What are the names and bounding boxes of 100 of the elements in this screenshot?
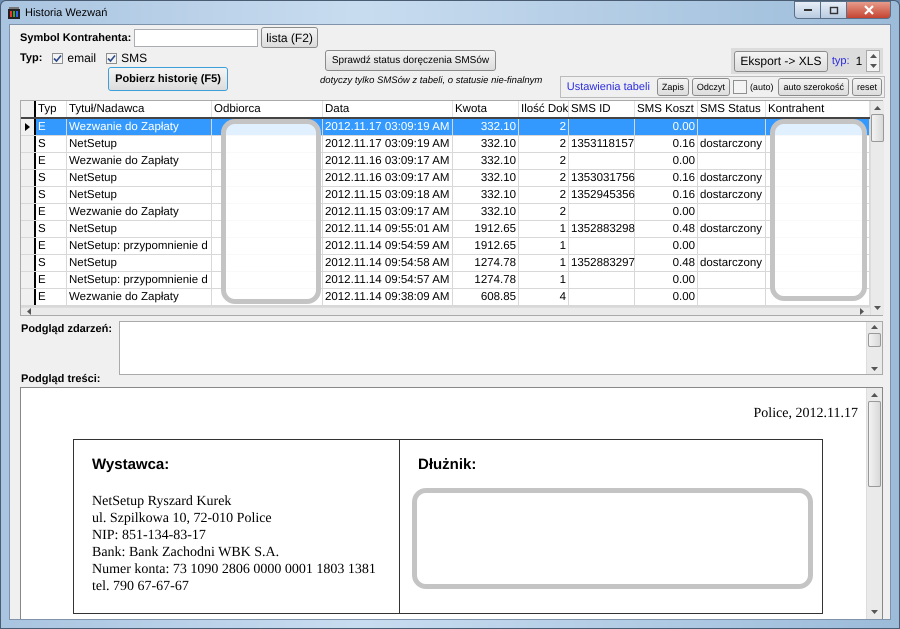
table-cell: 1 <box>519 272 569 288</box>
row-indicator[interactable] <box>21 255 36 271</box>
auto-width-button[interactable]: auto szerokość <box>778 78 849 96</box>
table-cell: 1274.78 <box>453 255 519 271</box>
caret-up-icon <box>871 325 878 329</box>
column-header[interactable]: Data <box>323 101 453 117</box>
table-cell: 0.16 <box>635 170 698 186</box>
table-cell: S <box>36 187 67 203</box>
table-cell: 0.48 <box>635 255 698 271</box>
table-cell: 332.10 <box>453 153 519 169</box>
vertical-scrollbar[interactable] <box>866 388 882 619</box>
table-cell: 1912.65 <box>453 238 519 254</box>
row-indicator[interactable] <box>21 272 36 288</box>
issuer-line: Bank: Bank Zachodni WBK S.A. <box>92 544 280 561</box>
table-cell: S <box>36 255 67 271</box>
column-header[interactable]: SMS Koszt <box>635 101 698 117</box>
row-indicator[interactable] <box>21 238 36 254</box>
table-cell: 1274.78 <box>453 272 519 288</box>
row-indicator[interactable] <box>21 289 36 305</box>
table-cell: NetSetup <box>67 170 212 186</box>
content-label: Podgląd treści: <box>21 373 102 385</box>
column-header[interactable]: Typ <box>36 101 67 117</box>
scroll-thumb[interactable] <box>871 114 884 142</box>
checkbox-label: SMS <box>121 51 148 65</box>
minimize-button[interactable] <box>794 1 821 19</box>
auto-label: (auto) <box>750 82 774 92</box>
close-button[interactable] <box>846 1 891 19</box>
spinner[interactable] <box>866 50 880 72</box>
table-cell: S <box>36 221 67 237</box>
column-header[interactable]: Ilość Dok <box>519 101 569 117</box>
table-cell: Wezwanie do Zapłaty <box>67 153 212 169</box>
type-label: Typ: <box>20 52 42 64</box>
column-header[interactable]: SMS ID <box>569 101 635 117</box>
table-cell: dostarczony <box>698 170 766 186</box>
export-button[interactable]: Eksport -> XLS <box>734 50 828 72</box>
column-header[interactable]: Kwota <box>453 101 519 117</box>
scroll-thumb[interactable] <box>868 333 881 347</box>
symbol-field[interactable] <box>134 28 258 46</box>
list-button[interactable]: lista (F2) <box>261 27 318 48</box>
auto-checkbox[interactable] <box>732 80 747 94</box>
table-cell: 2012.11.14 09:55:01 AM <box>323 221 453 237</box>
save-button[interactable]: Zapis <box>656 78 689 96</box>
row-indicator[interactable] <box>21 170 36 186</box>
caret-down-icon <box>874 306 881 310</box>
load-button[interactable]: Odczyt <box>692 78 730 96</box>
row-indicator[interactable] <box>21 119 36 135</box>
issuer-heading: Wystawca: <box>92 456 170 473</box>
column-header[interactable]: SMS Status <box>698 101 766 117</box>
checkbox-label: email <box>67 51 96 65</box>
table-cell: dostarczony <box>698 255 766 271</box>
table-cell: 2 <box>519 119 569 135</box>
row-indicator[interactable] <box>21 204 36 220</box>
column-header[interactable]: Tytuł/Nadawca <box>67 101 212 117</box>
events-field[interactable] <box>119 321 883 375</box>
reset-button[interactable]: reset <box>852 78 882 96</box>
issuer-line: Numer konta: 73 1090 2806 0000 0001 1803 1381 <box>92 561 377 578</box>
maximize-button[interactable] <box>820 1 847 19</box>
caret-up-icon <box>874 106 881 110</box>
table-cell: 1 <box>519 221 569 237</box>
table-settings-label: Ustawienia tabeli <box>566 81 650 93</box>
scroll-thumb[interactable] <box>868 401 881 487</box>
table-cell: 2 <box>519 136 569 152</box>
vertical-scrollbar[interactable] <box>870 101 884 315</box>
row-indicator[interactable] <box>21 221 36 237</box>
table-cell: 332.10 <box>453 136 519 152</box>
events-label: Podgląd zdarzeń: <box>21 323 114 335</box>
maximize-icon <box>828 6 838 14</box>
close-icon <box>862 5 874 15</box>
horizontal-scrollbar[interactable] <box>21 307 870 315</box>
table-cell: 608.85 <box>453 289 519 305</box>
caret-up-icon <box>871 393 878 397</box>
table-cell: dostarczony <box>698 187 766 203</box>
table-cell: NetSetup: przypomnienie d <box>67 272 212 288</box>
table-cell: E <box>36 119 67 135</box>
checkbox[interactable] <box>106 52 118 64</box>
fetch-history-button[interactable]: Pobierz historię (F5) <box>108 67 228 91</box>
table-cell: E <box>36 153 67 169</box>
caret-left-icon <box>27 308 31 315</box>
table-cell: 2012.11.17 03:09:19 AM <box>323 119 453 135</box>
table-cell: NetSetup <box>67 255 212 271</box>
table-cell: 0.00 <box>635 272 698 288</box>
table-cell: dostarczony <box>698 221 766 237</box>
checkbox[interactable] <box>52 52 64 64</box>
issuer-line: ul. Szpilkowa 10, 72-010 Police <box>92 510 273 527</box>
column-header[interactable]: Odbiorca <box>212 101 323 117</box>
row-pointer-icon <box>25 123 30 131</box>
caret-down-icon <box>870 64 877 68</box>
type-label: typ: <box>832 55 850 67</box>
row-indicator[interactable] <box>21 136 36 152</box>
table-cell: E <box>36 204 67 220</box>
table-cell: 332.10 <box>453 170 519 186</box>
vertical-scrollbar[interactable] <box>866 322 882 374</box>
row-indicator[interactable] <box>21 187 36 203</box>
check-status-button[interactable]: Sprawdź status doręczenia SMSów <box>325 50 496 71</box>
table-cell: 4 <box>519 289 569 305</box>
row-indicator[interactable] <box>21 153 36 169</box>
table-cell: 2 <box>519 204 569 220</box>
table-cell: 2012.11.16 03:09:17 AM <box>323 153 453 169</box>
issuer-line: tel. 790 67-67-67 <box>92 578 190 595</box>
table-cell: 2 <box>519 153 569 169</box>
